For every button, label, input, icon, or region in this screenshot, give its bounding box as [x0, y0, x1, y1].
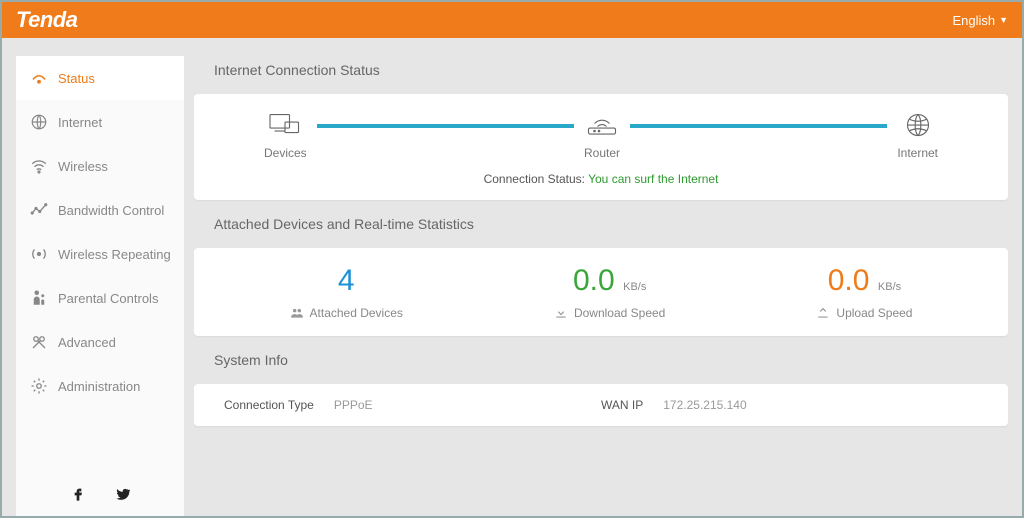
- sidebar-item-label: Wireless: [58, 159, 108, 174]
- upload-value: 0.0: [828, 264, 870, 297]
- globe-icon: [30, 113, 48, 131]
- app-frame: Tenda English ▼ Status Internet: [0, 0, 1024, 518]
- download-label: Download Speed: [574, 306, 665, 320]
- sys-wan-ip: WAN IP 172.25.215.140: [601, 398, 978, 412]
- connection-status-text: Connection Status: You can surf the Inte…: [214, 172, 988, 186]
- connection-line-1: [317, 124, 574, 128]
- content-area: Internet Connection Status Devices Route…: [194, 56, 1008, 516]
- sidebar-item-parental[interactable]: Parental Controls: [16, 276, 184, 320]
- internet-node: Internet: [897, 110, 938, 160]
- wifi-icon: [30, 157, 48, 175]
- connection-status-card: Devices Router Internet Connection Statu…: [194, 94, 1008, 200]
- attached-label: Attached Devices: [310, 306, 403, 320]
- stats-card: 4 Attached Devices 0.0 KB/s: [194, 248, 1008, 336]
- brand-logo: Tenda: [16, 7, 77, 33]
- language-selector[interactable]: English ▼: [952, 13, 1008, 28]
- conn-type-value: PPPoE: [334, 398, 373, 412]
- sidebar-item-bandwidth[interactable]: Bandwidth Control: [16, 188, 184, 232]
- language-label: English: [952, 13, 995, 28]
- section-title-sysinfo: System Info: [194, 346, 1008, 374]
- devices-label: Devices: [264, 146, 307, 160]
- sidebar-item-label: Administration: [58, 379, 140, 394]
- parental-icon: [30, 289, 48, 307]
- stats-row: 4 Attached Devices 0.0 KB/s: [214, 264, 988, 320]
- section-title-stats: Attached Devices and Real-time Statistic…: [194, 210, 1008, 238]
- repeater-icon: [30, 245, 48, 263]
- conn-type-key: Connection Type: [224, 398, 314, 412]
- wan-ip-value: 172.25.215.140: [663, 398, 746, 412]
- sidebar-item-label: Internet: [58, 115, 102, 130]
- connection-diagram: Devices Router Internet: [214, 110, 988, 168]
- sidebar-item-advanced[interactable]: Advanced: [16, 320, 184, 364]
- sidebar-item-label: Parental Controls: [58, 291, 158, 306]
- twitter-icon[interactable]: [114, 486, 130, 507]
- router-label: Router: [584, 146, 620, 160]
- stat-attached: 4 Attached Devices: [290, 264, 403, 320]
- sys-connection-type: Connection Type PPPoE: [224, 398, 601, 412]
- download-unit: KB/s: [623, 281, 646, 293]
- bandwidth-icon: [30, 201, 48, 219]
- section-title-connection: Internet Connection Status: [194, 56, 1008, 84]
- gear-icon: [30, 377, 48, 395]
- download-icon: [554, 306, 568, 320]
- download-value: 0.0: [573, 264, 615, 297]
- sidebar-item-status[interactable]: Status: [16, 56, 184, 100]
- sidebar-item-wireless[interactable]: Wireless: [16, 144, 184, 188]
- main-layout: Status Internet Wireless: [2, 38, 1022, 516]
- stat-upload: 0.0 KB/s Upload Speed: [816, 264, 912, 320]
- sidebar-item-label: Bandwidth Control: [58, 203, 164, 218]
- internet-label: Internet: [897, 146, 938, 160]
- router-node: Router: [584, 110, 620, 160]
- wan-ip-key: WAN IP: [601, 398, 643, 412]
- upload-icon: [816, 306, 830, 320]
- sidebar-item-label: Status: [58, 71, 95, 86]
- sidebar-item-label: Wireless Repeating: [58, 247, 171, 262]
- top-bar: Tenda English ▼: [2, 2, 1022, 38]
- stat-download: 0.0 KB/s Download Speed: [554, 264, 665, 320]
- system-info-row: Connection Type PPPoE WAN IP 172.25.215.…: [224, 398, 978, 412]
- status-icon: [30, 69, 48, 87]
- upload-unit: KB/s: [878, 281, 901, 293]
- nav-list: Status Internet Wireless: [16, 56, 184, 476]
- devices-node: Devices: [264, 110, 307, 160]
- caret-down-icon: ▼: [999, 15, 1008, 25]
- sidebar-item-administration[interactable]: Administration: [16, 364, 184, 408]
- users-icon: [290, 306, 304, 320]
- sidebar-item-internet[interactable]: Internet: [16, 100, 184, 144]
- facebook-icon[interactable]: [70, 486, 86, 507]
- social-bar: [16, 476, 184, 516]
- sidebar-item-label: Advanced: [58, 335, 116, 350]
- attached-value: 4: [338, 264, 355, 297]
- connection-line-2: [630, 124, 887, 128]
- connection-status-value: You can surf the Internet: [588, 172, 718, 186]
- sidebar: Status Internet Wireless: [16, 56, 184, 516]
- system-info-card: Connection Type PPPoE WAN IP 172.25.215.…: [194, 384, 1008, 426]
- connection-status-label: Connection Status:: [484, 172, 585, 186]
- upload-label: Upload Speed: [836, 306, 912, 320]
- tools-icon: [30, 333, 48, 351]
- sidebar-item-repeating[interactable]: Wireless Repeating: [16, 232, 184, 276]
